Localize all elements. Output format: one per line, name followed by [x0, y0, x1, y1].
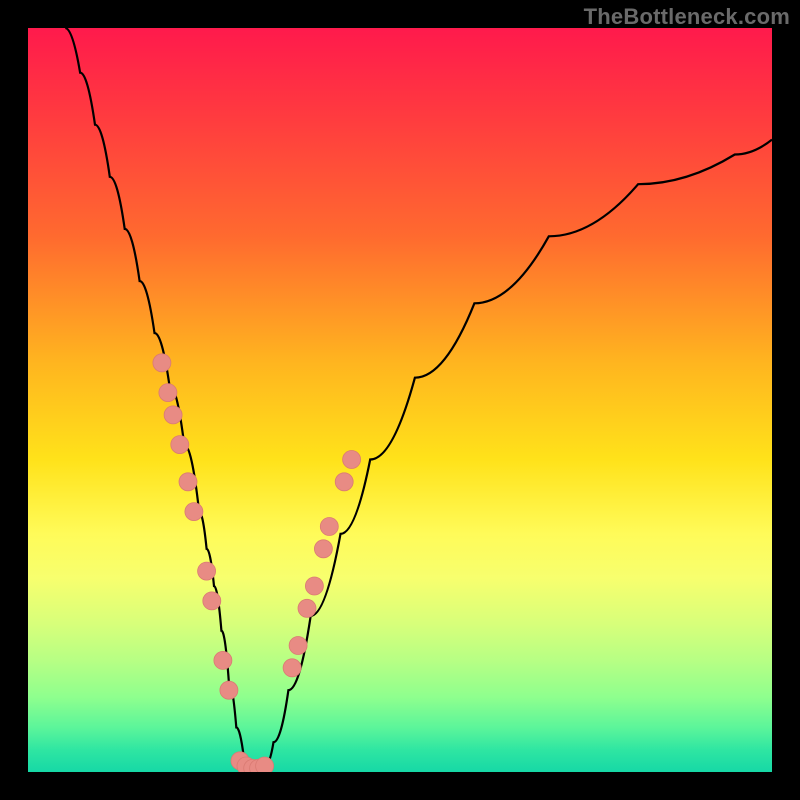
marker-dot [314, 540, 332, 558]
marker-dot [289, 637, 307, 655]
marker-dot [305, 577, 323, 595]
marker-dot [256, 757, 274, 772]
marker-dot [185, 503, 203, 521]
marker-dot [164, 406, 182, 424]
watermark-text: TheBottleneck.com [584, 4, 790, 30]
marker-dot [171, 436, 189, 454]
marker-dot [203, 592, 221, 610]
marker-dot [298, 599, 316, 617]
marker-dot [153, 354, 171, 372]
marker-dot [320, 518, 338, 536]
marker-dot [343, 451, 361, 469]
marker-dots [153, 354, 361, 772]
marker-dot [214, 651, 232, 669]
plot-area [28, 28, 772, 772]
chart-frame: TheBottleneck.com [0, 0, 800, 800]
marker-dot [159, 384, 177, 402]
marker-dot [220, 681, 238, 699]
marker-dot [283, 659, 301, 677]
marker-dot [179, 473, 197, 491]
marker-dot [198, 562, 216, 580]
marker-dot [335, 473, 353, 491]
curve-svg [28, 28, 772, 772]
